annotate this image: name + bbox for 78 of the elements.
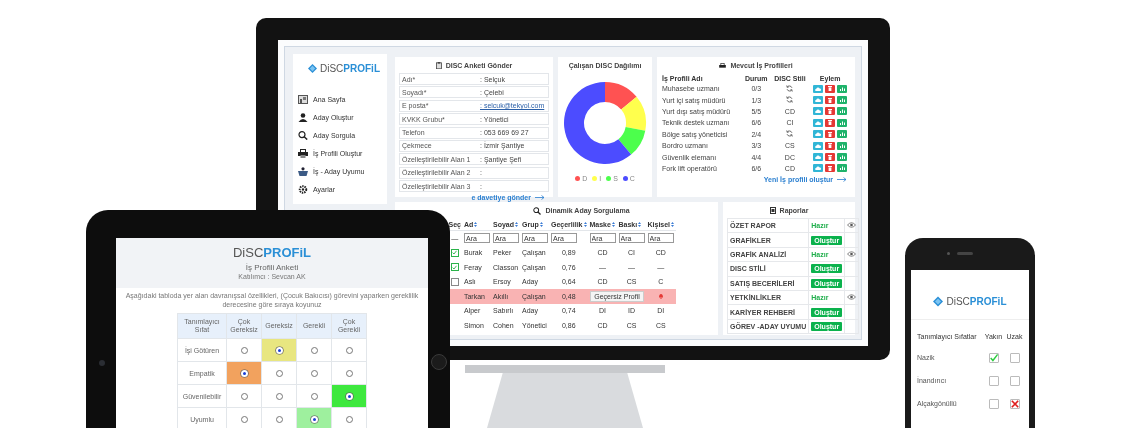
option-cell[interactable] (261, 384, 297, 408)
sort-icon[interactable] (474, 221, 478, 227)
basket-icon (298, 166, 308, 176)
chart-button[interactable] (837, 130, 848, 139)
checkbox[interactable] (988, 375, 999, 386)
checkbox[interactable] (1009, 398, 1020, 409)
cloud-button[interactable] (813, 130, 824, 139)
cloud-button[interactable] (813, 96, 824, 105)
sort-icon[interactable] (583, 221, 587, 227)
printer-icon (298, 148, 308, 158)
sort-icon[interactable] (539, 221, 543, 227)
delete-button[interactable] (825, 118, 836, 127)
person-icon (298, 112, 308, 122)
chart-button[interactable] (837, 141, 848, 150)
document-icon (769, 207, 776, 214)
option-cell[interactable] (226, 384, 262, 408)
logo-text: DiSCPROFiL (320, 63, 380, 74)
checkbox[interactable] (988, 352, 999, 363)
sort-icon[interactable] (671, 221, 675, 227)
eye-icon[interactable] (847, 222, 857, 229)
checkbox[interactable] (1009, 375, 1020, 386)
logo-text: DiSCPROFiL (233, 245, 311, 260)
delete-button[interactable] (825, 107, 836, 116)
eye-icon[interactable] (847, 250, 857, 257)
window-icon (298, 94, 308, 104)
checkbox[interactable] (1009, 352, 1020, 363)
refresh-icon (786, 96, 794, 104)
printer-icon (719, 62, 727, 69)
search-icon (298, 130, 308, 140)
speaker-icon (957, 252, 973, 255)
eye-icon[interactable] (847, 294, 857, 301)
chart-button[interactable] (837, 164, 848, 173)
chart-button[interactable] (837, 118, 848, 127)
option-cell[interactable] (296, 384, 332, 408)
delete-button[interactable] (825, 153, 836, 162)
delete-button[interactable] (825, 96, 836, 105)
option-cell[interactable] (296, 338, 332, 362)
sort-icon[interactable] (611, 221, 615, 227)
cloud-button[interactable] (813, 84, 824, 93)
camera-icon (99, 360, 105, 366)
option-cell[interactable] (331, 361, 367, 385)
cloud-button[interactable] (813, 141, 824, 150)
cloud-button[interactable] (813, 107, 824, 116)
logo-text: DiSCPROFiL (946, 296, 1007, 307)
logo-icon (308, 64, 317, 73)
delete-button[interactable] (825, 84, 836, 93)
delete-button[interactable] (825, 164, 836, 173)
delete-button[interactable] (825, 141, 836, 150)
survey-title: İş Profili Anketi (245, 263, 299, 272)
checkbox[interactable] (450, 263, 459, 272)
search-icon (533, 206, 542, 215)
cloud-button[interactable] (813, 153, 824, 162)
sort-icon[interactable] (515, 221, 518, 227)
checkbox[interactable] (988, 398, 999, 409)
delete-button[interactable] (825, 130, 836, 139)
home-button[interactable] (431, 354, 447, 370)
camera-icon (947, 252, 950, 255)
logo-icon (933, 296, 944, 307)
option-cell[interactable] (296, 361, 332, 385)
bell-icon (657, 292, 664, 299)
checkbox[interactable] (450, 248, 459, 257)
cloud-button[interactable] (813, 164, 824, 173)
refresh-icon (786, 130, 794, 138)
chart-button[interactable] (837, 84, 848, 93)
chart-button[interactable] (837, 107, 848, 116)
chart-button[interactable] (837, 153, 848, 162)
arrow-icon (837, 177, 847, 183)
cloud-button[interactable] (813, 118, 824, 127)
option-cell[interactable] (331, 338, 367, 362)
refresh-icon (786, 84, 794, 92)
chart-button[interactable] (837, 96, 848, 105)
settings-icon (298, 184, 308, 194)
option-cell[interactable] (226, 338, 262, 362)
arrow-icon (535, 195, 545, 201)
sort-icon[interactable] (638, 221, 642, 227)
option-cell[interactable] (261, 361, 297, 385)
checkbox[interactable] (450, 277, 459, 286)
clipboard-icon (435, 62, 442, 69)
